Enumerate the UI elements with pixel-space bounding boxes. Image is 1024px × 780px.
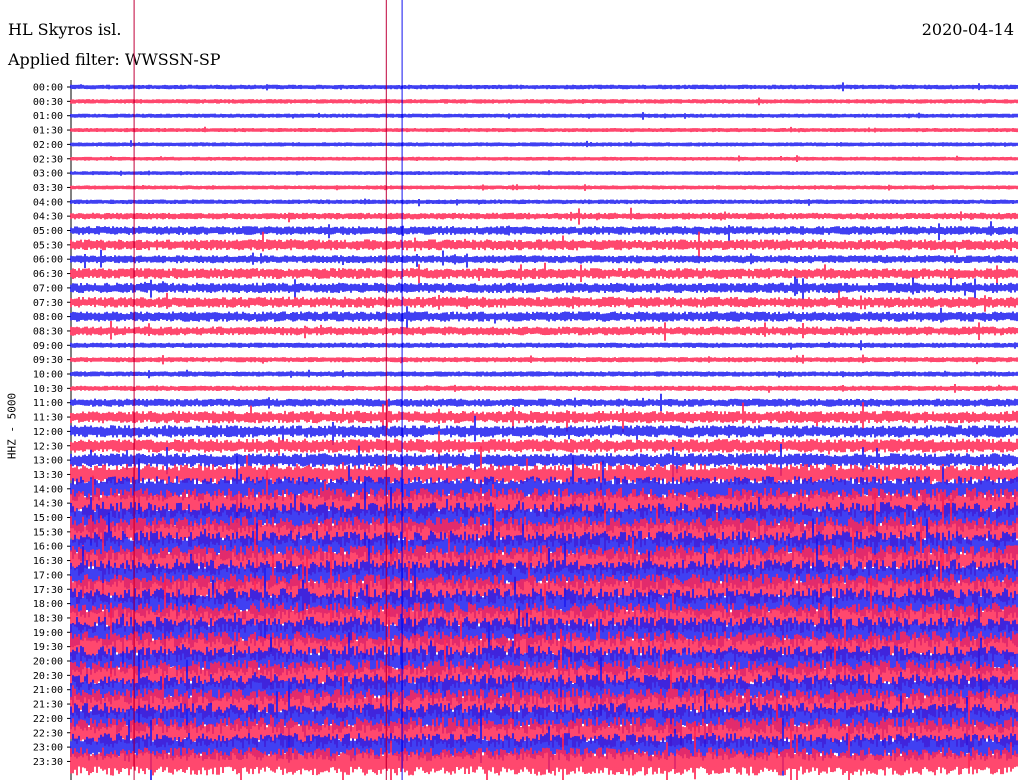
seismic-trace-row: [70, 369, 1018, 379]
row-time-label: 09:30: [33, 355, 63, 366]
seismic-trace-row: [70, 340, 1018, 351]
row-time-label: 16:30: [33, 556, 63, 567]
seismic-trace-row: [70, 354, 1018, 365]
row-time-label: 18:00: [33, 599, 63, 610]
seismic-trace-row: [70, 384, 1018, 393]
row-time-label: 07:30: [33, 298, 63, 309]
row-time-label: 23:30: [33, 757, 63, 768]
seismogram-plot: 00:00 00:30 01:00 01:30 02:00 02:30 03:00 03:30…: [33, 0, 1018, 780]
row-time-label: 01:30: [33, 126, 63, 137]
row-time-label: 05:30: [33, 240, 63, 251]
row-time-label: 07:00: [33, 283, 63, 294]
seismic-trace-row: [70, 82, 1018, 92]
row-time-label: 20:00: [33, 657, 63, 668]
row-time-label: 22:30: [33, 728, 63, 739]
row-time-label: 04:30: [33, 212, 63, 223]
row-time-label: 11:00: [33, 398, 63, 409]
seismic-trace-row: [70, 198, 1018, 207]
row-time-label: 12:00: [33, 427, 63, 438]
row-time-label: 03:00: [33, 169, 63, 180]
seismic-trace-row: [70, 393, 1018, 412]
row-time-label: 05:00: [33, 226, 63, 237]
row-time-label: 13:30: [33, 470, 63, 481]
seismic-trace-row: [70, 290, 1018, 312]
row-time-label: 04:00: [33, 197, 63, 208]
row-time-label: 01:00: [33, 111, 63, 122]
seismic-trace-row: [70, 306, 1018, 329]
seismic-trace-row: [70, 231, 1018, 258]
row-time-label: 06:30: [33, 269, 63, 280]
row-time-label: 21:30: [33, 700, 63, 711]
row-time-label: 03:30: [33, 183, 63, 194]
seismic-trace-row: [70, 140, 1018, 148]
row-time-label: 02:30: [33, 154, 63, 165]
row-time-label: 09:00: [33, 341, 63, 352]
row-time-label: 15:30: [33, 527, 63, 538]
row-time-label: 13:00: [33, 456, 63, 467]
seismic-trace-row: [70, 97, 1018, 106]
row-time-label: 18:30: [33, 613, 63, 624]
seismic-trace-row: [70, 321, 1018, 341]
row-time-label: 15:00: [33, 513, 63, 524]
seismic-trace-row: [70, 249, 1018, 269]
row-time-label: 00:30: [33, 97, 63, 108]
seismic-trace-row: [70, 262, 1018, 284]
row-time-label: 17:00: [33, 570, 63, 581]
seismic-trace-row: [70, 276, 1018, 300]
seismic-trace-row: [70, 184, 1018, 191]
seismic-trace-row: [70, 112, 1018, 120]
row-time-label: 16:00: [33, 542, 63, 553]
row-time-label: 17:30: [33, 585, 63, 596]
row-time-label: 10:00: [33, 370, 63, 381]
row-time-label: 06:00: [33, 255, 63, 266]
row-time-label: 19:30: [33, 642, 63, 653]
row-time-label: 02:00: [33, 140, 63, 151]
row-time-label: 19:00: [33, 628, 63, 639]
row-time-label: 14:30: [33, 499, 63, 510]
row-time-label: 21:00: [33, 685, 63, 696]
row-time-label: 20:30: [33, 671, 63, 682]
row-time-label: 08:30: [33, 326, 63, 337]
seismic-trace-row: [70, 170, 1018, 176]
seismic-trace-row: [70, 155, 1018, 162]
row-time-label: 08:00: [33, 312, 63, 323]
row-time-label: 14:00: [33, 484, 63, 495]
seismic-trace-row: [70, 221, 1018, 241]
row-time-label: 22:00: [33, 714, 63, 725]
seismic-trace-row: [70, 207, 1018, 225]
seismic-trace-row: [70, 126, 1018, 133]
row-time-label: 00:00: [33, 83, 63, 94]
row-time-label: 10:30: [33, 384, 63, 395]
row-time-label: 12:30: [33, 441, 63, 452]
row-time-label: 11:30: [33, 413, 63, 424]
row-time-label: 23:00: [33, 743, 63, 754]
